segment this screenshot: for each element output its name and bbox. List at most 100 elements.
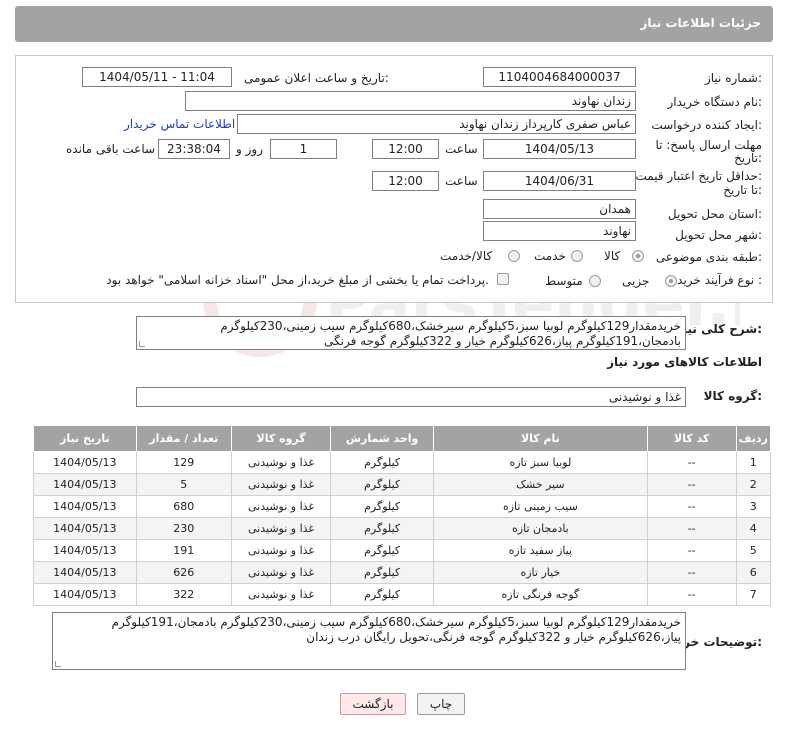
cell-quantity: 322 [135,583,232,606]
price-validity-date[interactable]: 1404/06/31 [483,171,636,191]
cell-unit: کیلوگرم [330,451,434,474]
category-radio-service[interactable] [571,250,583,262]
description-label: شرح کلی نیاز: [676,322,762,336]
goods-group-label: گروه کالا: [703,389,762,403]
table-row[interactable]: 1 -- لوبیا سبز تازه کیلوگرم غذا و نوشیدنی 129… [33,451,772,474]
buyer-notes-text: خریدمقدار129کیلوگرم لوبیا سبز،5کیلوگرم س… [111,615,681,644]
cell-item-group: غذا و نوشیدنی [230,517,332,540]
remaining-time-field[interactable]: 23:38:04 [158,139,230,159]
print-button[interactable]: چاپ [417,693,465,715]
buyer-org-label: نام دستگاه خریدار: [667,95,763,109]
cell-item-code: -- [646,451,737,474]
need-number-field[interactable]: 1104004684000037 [483,67,636,87]
col-code-header: کد کالا [646,425,737,452]
col-qty-header: تعداد / مقدار [135,425,232,452]
cell-need-date: 1404/05/13 [33,517,137,540]
city-field[interactable]: نهاوند [483,221,636,241]
cell-item-group: غذا و نوشیدنی [230,473,332,496]
cell-row-number: 6 [735,561,772,584]
cell-row-number: 1 [735,451,772,474]
col-date-header: تاریخ نیاز [33,425,137,452]
table-row[interactable]: 7 -- گوجه فرنگی تازه کیلوگرم غذا و نوشیدنی 32… [33,583,772,606]
description-text: خریدمقدار129کیلوگرم لوبیا سبز،5کیلوگرم س… [220,319,681,348]
cell-item-code: -- [646,473,737,496]
back-button[interactable]: بازگشت [340,693,406,715]
table-header-row: ردیف کد کالا نام کالا واحد شمارش گروه کا… [33,425,772,452]
remaining-label: ساعت باقی مانده [66,142,156,156]
buyer-notes-textarea[interactable]: خریدمقدار129کیلوگرم لوبیا سبز،5کیلوگرم س… [52,612,686,670]
days-label: روز و [236,142,263,156]
col-unit-header: واحد شمارش [330,425,434,452]
cell-unit: کیلوگرم [330,473,434,496]
cell-need-date: 1404/05/13 [33,451,137,474]
cell-unit: کیلوگرم [330,539,434,562]
cell-item-code: -- [646,495,737,518]
description-textarea[interactable]: خریدمقدار129کیلوگرم لوبیا سبز،5کیلوگرم س… [136,316,686,350]
col-name-header: نام کالا [432,425,648,452]
cell-item-group: غذا و نوشیدنی [230,583,332,606]
cell-unit: کیلوگرم [330,495,434,518]
cell-item-name: پیاز سفید تازه [432,539,648,562]
reply-deadline-date[interactable]: 1404/05/13 [483,139,636,159]
col-group-header: گروه کالا [230,425,332,452]
cell-item-name: سیب زمینی تازه [432,495,648,518]
cell-item-group: غذا و نوشیدنی [230,495,332,518]
cell-item-group: غذا و نوشیدنی [230,561,332,584]
resize-grip-icon[interactable] [139,341,145,347]
reply-deadline-time[interactable]: 12:00 [372,139,439,159]
category-radio-goods[interactable] [632,250,644,262]
category-radio-both[interactable] [508,250,520,262]
cell-item-code: -- [646,583,737,606]
city-label: شهر محل تحویل: [675,228,762,242]
page-title: جزئیات اطلاعات نیاز [640,16,761,30]
col-row-header: ردیف [735,425,772,452]
category-option-goods: کالا [604,249,621,263]
cell-quantity: 626 [135,561,232,584]
category-label: طبقه بندی موضوعی: [655,250,762,264]
need-number-label: شماره نیاز: [704,71,762,85]
table-row[interactable]: 3 -- سیب زمینی تازه کیلوگرم غذا و نوشیدنی 680… [33,495,772,518]
cell-row-number: 4 [735,517,772,540]
table-row[interactable]: 2 -- سیر خشک کیلوگرم غذا و نوشیدنی 5 1404/05/1… [33,473,772,496]
table-row[interactable]: 6 -- خیار تازه کیلوگرم غذا و نوشیدنی 626 1404/… [33,561,772,584]
table-row[interactable]: 4 -- بادمجان تازه کیلوگرم غذا و نوشیدنی 230 14… [33,517,772,540]
treasury-payment-checkbox[interactable] [497,273,509,285]
province-field[interactable]: همدان [483,199,636,219]
requester-field[interactable]: عباس صفری کارپرداز زندان نهاوند [237,114,636,134]
cell-quantity: 191 [135,539,232,562]
purchase-radio-minor[interactable] [665,275,677,287]
requester-label: ایجاد کننده درخواست: [651,118,762,132]
resize-grip-icon[interactable] [55,661,61,667]
purchase-radio-medium[interactable] [589,275,601,287]
cell-unit: کیلوگرم [330,583,434,606]
cell-need-date: 1404/05/13 [33,539,137,562]
table-row[interactable]: 5 -- پیاز سفید تازه کیلوگرم غذا و نوشیدنی 191… [33,539,772,562]
price-validity-time[interactable]: 12:00 [372,171,439,191]
cell-row-number: 7 [735,583,772,606]
price-validity-label: حداقل تاریخ اعتبار قیمت: [635,169,762,183]
cell-row-number: 3 [735,495,772,518]
goods-group-field[interactable]: غذا و نوشیدنی [136,387,686,407]
category-option-both: کالا/خدمت [440,249,493,263]
reply-days-field[interactable]: 1 [270,139,337,159]
cell-item-name: گوجه فرنگی تازه [432,583,648,606]
cell-item-code: -- [646,539,737,562]
announce-datetime-field[interactable]: 1404/05/11 - 11:04 [82,67,232,87]
goods-section-title: اطلاعات کالاهای مورد نیاز [607,355,762,369]
cell-quantity: 5 [135,473,232,496]
province-label: استان محل تحویل: [667,207,762,221]
reply-deadline-label-2: تاریخ: [734,151,762,165]
buyer-contact-link[interactable]: اطلاعات تماس خریدار [124,117,235,131]
cell-item-code: -- [646,517,737,540]
price-time-label: ساعت [445,174,478,188]
cell-unit: کیلوگرم [330,517,434,540]
cell-need-date: 1404/05/13 [33,583,137,606]
cell-item-name: سیر خشک [432,473,648,496]
cell-quantity: 129 [135,451,232,474]
buyer-org-field[interactable]: زندان نهاوند [185,91,636,111]
cell-row-number: 5 [735,539,772,562]
reply-deadline-label: مهلت ارسال پاسخ: تا [655,138,762,152]
cell-need-date: 1404/05/13 [33,561,137,584]
purchase-option-minor: جزیی [622,274,650,288]
cell-item-group: غذا و نوشیدنی [230,451,332,474]
